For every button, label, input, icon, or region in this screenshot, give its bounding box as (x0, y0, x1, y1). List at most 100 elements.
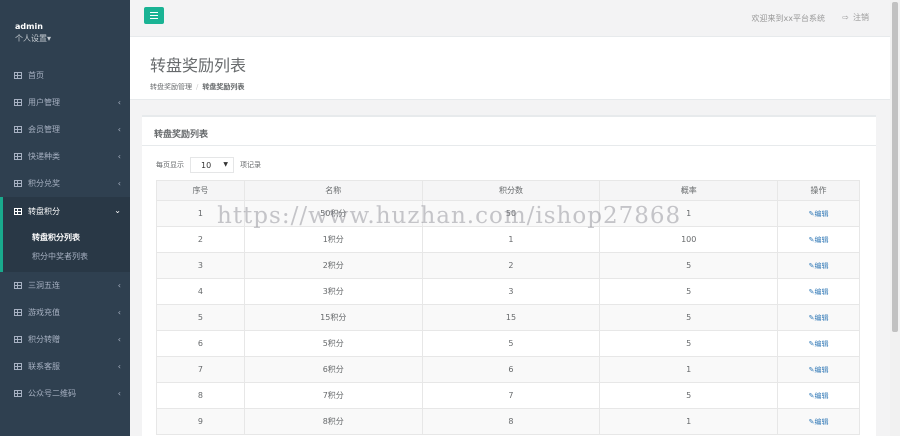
submenu-item-1[interactable]: 积分中奖者列表 (32, 247, 130, 266)
chevron-left-icon: ‹ (117, 98, 121, 107)
edit-label: 编辑 (814, 365, 829, 374)
sidebar-item-label: 三洞五连 (28, 281, 60, 290)
box-title: 转盘奖励列表 (142, 115, 876, 146)
table-cell: 3 (421, 278, 601, 305)
sidebar-item-4[interactable]: 积分兑奖 ‹ (0, 170, 130, 197)
edit-link[interactable]: ✎编辑 (809, 366, 829, 374)
sidebar-item-9[interactable]: 联系客服 ‹ (0, 353, 130, 380)
table-row: 3 2积分 2 5 ✎编辑 (156, 252, 860, 279)
breadcrumb-separator: / (196, 83, 199, 91)
chevron-left-icon: ‹ (117, 362, 121, 371)
chevron-left-icon: ‹ (117, 179, 121, 188)
table-cell: 1 (599, 408, 779, 435)
sidebar: admin 个人设置▾ 首页 用户管理 ‹ 会员管理 ‹ 快递种类 ‹ 积分兑奖 ‹ 转盘积分 ⌄ 转… (0, 0, 130, 436)
grid-icon (14, 336, 22, 343)
page-length-select[interactable]: 10 ▼ (190, 157, 234, 173)
scrollbar-thumb[interactable] (892, 2, 898, 332)
table-row: 7 6积分 6 1 ✎编辑 (156, 356, 860, 383)
logout-link[interactable]: ⇨ 注销 (842, 12, 869, 23)
grid-icon (14, 180, 22, 187)
submenu-item-0[interactable]: 转盘积分列表 (32, 228, 130, 247)
action-cell: ✎编辑 (777, 408, 860, 435)
chevron-left-icon: ‹ (117, 281, 121, 290)
hamburger-icon (150, 12, 158, 19)
sidebar-item-6[interactable]: 三洞五连 ‹ (0, 272, 130, 299)
table-row: 6 5积分 5 5 ✎编辑 (156, 330, 860, 357)
grid-icon (14, 363, 22, 370)
grid-icon (14, 153, 22, 160)
table-cell: 5 (599, 304, 779, 331)
table-cell: 2积分 (243, 252, 423, 279)
edit-label: 编辑 (814, 209, 829, 218)
table-cell: 1 (156, 200, 245, 227)
chevron-left-icon: ‹ (117, 389, 121, 398)
sidebar-item-2[interactable]: 会员管理 ‹ (0, 116, 130, 143)
action-cell: ✎编辑 (777, 226, 860, 253)
edit-label: 编辑 (814, 235, 829, 244)
grid-icon (14, 390, 22, 397)
edit-link[interactable]: ✎编辑 (809, 288, 829, 296)
table-cell: 1 (599, 356, 779, 383)
table-cell: 5 (156, 304, 245, 331)
sidebar-item-10[interactable]: 公众号二维码 ‹ (0, 380, 130, 407)
topbar: 欢迎来到xx平台系统 ⇨ 注销 (130, 0, 890, 37)
edit-label: 编辑 (814, 313, 829, 322)
profile: admin 个人设置▾ (0, 0, 130, 62)
column-header[interactable]: 序号 (156, 180, 245, 201)
table-cell: 8 (156, 382, 245, 409)
scrollbar[interactable] (890, 0, 900, 436)
edit-link[interactable]: ✎编辑 (809, 418, 829, 426)
table-cell: 5积分 (243, 330, 423, 357)
edit-link[interactable]: ✎编辑 (809, 314, 829, 322)
table-cell: 5 (599, 382, 779, 409)
table-cell: 3 (156, 252, 245, 279)
action-cell: ✎编辑 (777, 330, 860, 357)
sidebar-item-5[interactable]: 转盘积分 ⌄ (0, 197, 130, 225)
table-cell: 1 (421, 226, 601, 253)
table-cell: 6 (421, 356, 601, 383)
edit-label: 编辑 (814, 391, 829, 400)
menu-toggle-button[interactable] (144, 7, 164, 24)
sidebar-item-label: 快递种类 (28, 152, 60, 161)
grid-icon (14, 99, 22, 106)
column-header[interactable]: 概率 (599, 180, 779, 201)
edit-link[interactable]: ✎编辑 (809, 236, 829, 244)
action-cell: ✎编辑 (777, 356, 860, 383)
sidebar-item-8[interactable]: 积分转赠 ‹ (0, 326, 130, 353)
grid-icon (14, 309, 22, 316)
logout-icon: ⇨ (842, 13, 849, 22)
page-length-value: 10 (201, 160, 212, 170)
chevron-down-icon: ⌄ (114, 206, 121, 215)
sidebar-item-3[interactable]: 快递种类 ‹ (0, 143, 130, 170)
table-cell: 50积分 (243, 200, 423, 227)
table-cell: 1积分 (243, 226, 423, 253)
page-heading: 转盘奖励列表 转盘奖励管理 / 转盘奖励列表 (130, 37, 890, 100)
table-cell: 8 (421, 408, 601, 435)
edit-link[interactable]: ✎编辑 (809, 262, 829, 270)
table-cell: 6积分 (243, 356, 423, 383)
content-box: 转盘奖励列表 每页显示 10 ▼ 项记录 序号 名称 积分数 概率 操作 1 50积分 50… (142, 115, 876, 436)
edit-label: 编辑 (814, 261, 829, 270)
table-row: 2 1积分 1 100 ✎编辑 (156, 226, 860, 253)
edit-label: 编辑 (814, 339, 829, 348)
breadcrumb-parent-link[interactable]: 转盘奖励管理 (150, 83, 192, 91)
column-header[interactable]: 积分数 (421, 180, 601, 201)
table-cell: 2 (421, 252, 601, 279)
chevron-left-icon: ‹ (117, 308, 121, 317)
length-suffix: 项记录 (240, 161, 261, 169)
table-cell: 15 (421, 304, 601, 331)
table-row: 5 15积分 15 5 ✎编辑 (156, 304, 860, 331)
sidebar-item-1[interactable]: 用户管理 ‹ (0, 89, 130, 116)
profile-settings-dropdown[interactable]: 个人设置▾ (15, 33, 130, 44)
column-header[interactable]: 操作 (777, 180, 860, 201)
edit-link[interactable]: ✎编辑 (809, 340, 829, 348)
sidebar-item-label: 转盘积分 (28, 206, 60, 216)
action-cell: ✎编辑 (777, 382, 860, 409)
caret-down-icon: ▼ (223, 161, 228, 168)
edit-link[interactable]: ✎编辑 (809, 210, 829, 218)
edit-link[interactable]: ✎编辑 (809, 392, 829, 400)
table-cell: 4 (156, 278, 245, 305)
column-header[interactable]: 名称 (243, 180, 423, 201)
sidebar-item-7[interactable]: 游戏充值 ‹ (0, 299, 130, 326)
sidebar-item-0[interactable]: 首页 (0, 62, 130, 89)
